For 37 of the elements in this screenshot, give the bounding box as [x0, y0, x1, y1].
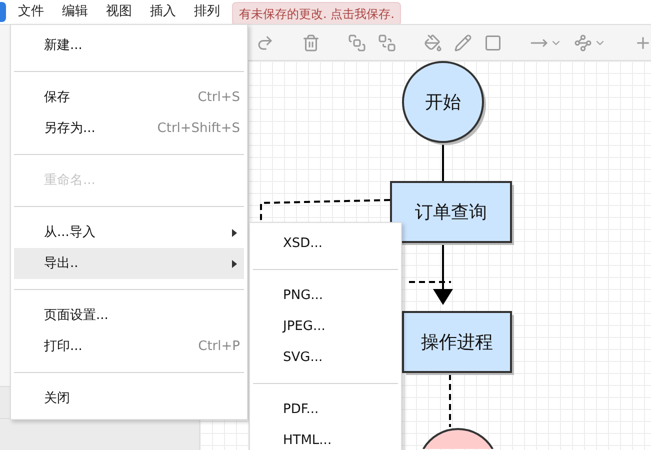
line-color-icon	[454, 34, 472, 52]
shadow-icon	[484, 34, 502, 52]
menu-item[interactable]: JPEG...	[253, 311, 398, 342]
menu-title[interactable]: 文件	[16, 2, 46, 22]
menu-title[interactable]: 视图	[104, 2, 134, 22]
dashed-connector	[409, 281, 451, 283]
menu-item[interactable]: HTML...	[253, 425, 398, 450]
menu-item[interactable]: 保存 Ctrl+S	[14, 82, 244, 113]
delete-icon	[302, 34, 320, 52]
process-node: 操作进程	[402, 311, 514, 375]
menu-item[interactable]: 从...导入	[14, 217, 244, 248]
menu-item[interactable]: 另存为... Ctrl+Shift+S	[14, 113, 244, 144]
unsaved-notice[interactable]: 有未保存的更改. 点击我保存.	[232, 2, 402, 26]
connector-line	[442, 142, 444, 181]
menu-item[interactable]: PDF...	[253, 394, 398, 425]
fill-color-icon	[424, 34, 442, 52]
menu-title[interactable]: 插入	[148, 2, 178, 22]
to-front-icon	[348, 34, 366, 52]
menu-item[interactable]: 打印... Ctrl+P	[14, 331, 244, 362]
waypoints-icon	[574, 34, 592, 52]
menu-item[interactable]: 关闭	[14, 383, 244, 414]
arrow-connector	[433, 243, 453, 305]
menu-item[interactable]: SVG...	[253, 342, 398, 373]
menu-item[interactable]: 导出..	[14, 248, 244, 279]
redo-icon	[256, 34, 274, 52]
menu-item[interactable]: 页面设置...	[14, 300, 244, 331]
circle-node: 开始	[402, 61, 486, 145]
menu-item[interactable]: 新建...	[14, 30, 244, 61]
submenu-arrow-icon	[232, 260, 237, 268]
submenu-arrow-icon	[232, 228, 237, 236]
to-back-icon	[378, 34, 396, 52]
menu-item[interactable]: PNG...	[253, 280, 398, 311]
process-node: 订单查询	[390, 181, 514, 245]
menu-title[interactable]: 编辑	[60, 2, 90, 22]
app-logo	[0, 2, 6, 22]
dashed-connector	[449, 374, 451, 427]
menu-title[interactable]: 排列	[192, 2, 222, 22]
